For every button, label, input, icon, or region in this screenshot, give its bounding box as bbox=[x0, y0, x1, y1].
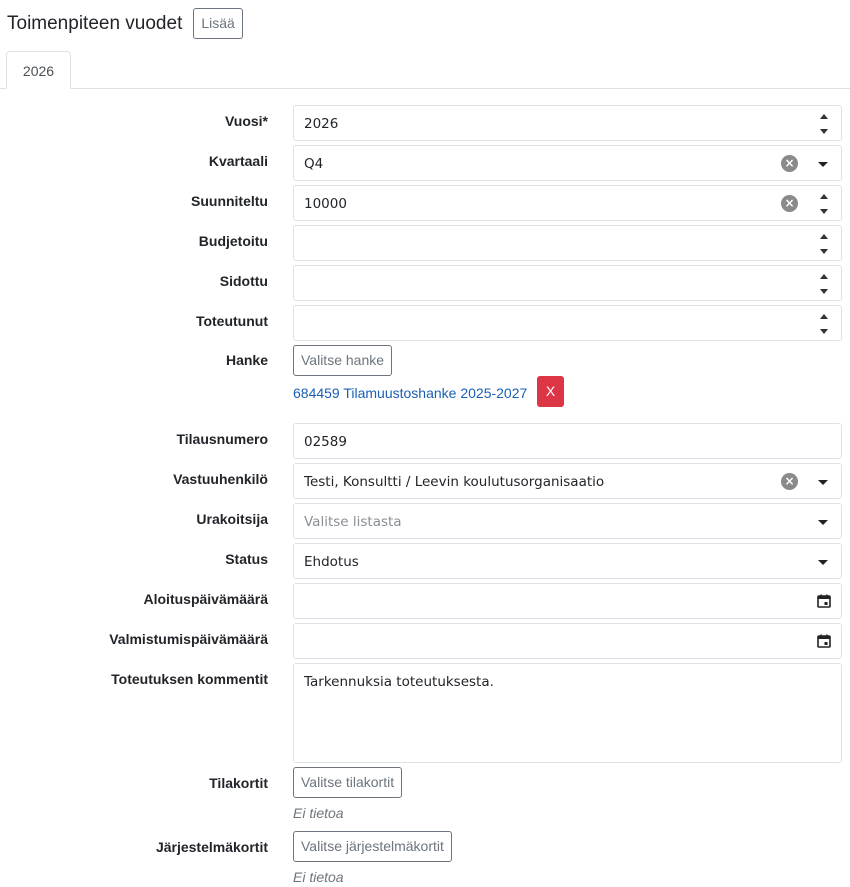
order-number-input[interactable]: 02589 bbox=[293, 423, 842, 459]
clear-icon[interactable]: × bbox=[781, 473, 798, 490]
calendar-icon[interactable] bbox=[817, 634, 831, 648]
stepper-up-icon[interactable] bbox=[820, 274, 828, 279]
add-year-button[interactable]: Lisää bbox=[193, 8, 243, 39]
stepper-down-icon[interactable] bbox=[820, 129, 828, 134]
realized-label: Toteutunut bbox=[195, 313, 268, 329]
selected-project-link[interactable]: 684459 Tilamuustoshanke 2025-2027 bbox=[293, 385, 527, 401]
year-tabs: 2026 bbox=[0, 51, 850, 89]
project-label: Hanke bbox=[225, 352, 268, 368]
stepper-up-icon[interactable] bbox=[820, 314, 828, 319]
page-title: Toimenpiteen vuodet bbox=[7, 12, 183, 34]
quarter-label: Kvartaali bbox=[208, 153, 268, 169]
status-value: Ehdotus bbox=[304, 554, 359, 570]
status-label: Status bbox=[225, 551, 268, 567]
end-date-input[interactable] bbox=[293, 623, 842, 659]
quarter-select[interactable]: Q4 × bbox=[293, 145, 842, 181]
page-header: Toimenpiteen vuodet Lisää bbox=[7, 8, 243, 39]
year-input[interactable]: 2026 bbox=[293, 105, 842, 141]
contractor-label: Urakoitsija bbox=[196, 511, 268, 527]
comments-textarea[interactable]: Tarkennuksia toteutuksesta. bbox=[293, 663, 842, 763]
remove-project-button[interactable]: X bbox=[537, 376, 564, 407]
budgeted-stepper[interactable] bbox=[819, 231, 829, 257]
realized-stepper[interactable] bbox=[819, 311, 829, 337]
clear-icon[interactable]: × bbox=[781, 195, 798, 212]
stepper-down-icon[interactable] bbox=[820, 209, 828, 214]
space-cards-empty: Ei tietoa bbox=[293, 805, 344, 821]
year-label: Vuosi* bbox=[224, 113, 268, 129]
chevron-down-icon[interactable] bbox=[818, 560, 828, 565]
select-space-cards-button[interactable]: Valitse tilakortit bbox=[293, 767, 403, 798]
stepper-down-icon[interactable] bbox=[820, 329, 828, 334]
end-date-label: Valmistumispäivämäärä bbox=[109, 631, 268, 647]
clear-icon[interactable]: × bbox=[781, 155, 798, 172]
year-value: 2026 bbox=[304, 116, 339, 132]
chevron-down-icon[interactable] bbox=[818, 480, 828, 485]
stepper-down-icon[interactable] bbox=[820, 289, 828, 294]
select-project-button[interactable]: Valitse hanke bbox=[293, 345, 393, 376]
stepper-up-icon[interactable] bbox=[820, 194, 828, 199]
budgeted-input[interactable] bbox=[293, 225, 842, 261]
tab-2026[interactable]: 2026 bbox=[6, 51, 71, 89]
committed-input[interactable] bbox=[293, 265, 842, 301]
planned-stepper[interactable] bbox=[819, 191, 829, 217]
start-date-label: Aloituspäivämäärä bbox=[143, 591, 269, 607]
stepper-down-icon[interactable] bbox=[820, 249, 828, 254]
budgeted-label: Budjetoitu bbox=[198, 233, 268, 249]
comments-value: Tarkennuksia toteutuksesta. bbox=[304, 674, 494, 690]
select-system-cards-button[interactable]: Valitse järjestelmäkortit bbox=[293, 831, 452, 862]
responsible-label: Vastuuhenkilö bbox=[173, 471, 268, 487]
realized-input[interactable] bbox=[293, 305, 842, 341]
order-number-label: Tilausnumero bbox=[176, 431, 268, 447]
planned-label: Suunniteltu bbox=[191, 193, 268, 209]
system-cards-label: Järjestelmäkortit bbox=[155, 839, 268, 855]
contractor-select[interactable]: Valitse listasta bbox=[293, 503, 842, 539]
planned-input[interactable]: 10000 × bbox=[293, 185, 842, 221]
space-cards-label: Tilakortit bbox=[209, 775, 268, 791]
comments-label: Toteutuksen kommentit bbox=[111, 671, 268, 687]
quarter-value: Q4 bbox=[304, 156, 324, 172]
stepper-up-icon[interactable] bbox=[820, 234, 828, 239]
responsible-value: Testi, Konsultti / Leevin koulutusorgani… bbox=[304, 474, 605, 490]
stepper-up-icon[interactable] bbox=[820, 114, 828, 119]
chevron-down-icon[interactable] bbox=[818, 162, 828, 167]
status-select[interactable]: Ehdotus bbox=[293, 543, 842, 579]
responsible-select[interactable]: Testi, Konsultti / Leevin koulutusorgani… bbox=[293, 463, 842, 499]
contractor-placeholder: Valitse listasta bbox=[304, 514, 402, 530]
start-date-input[interactable] bbox=[293, 583, 842, 619]
planned-value: 10000 bbox=[304, 196, 347, 212]
committed-label: Sidottu bbox=[219, 273, 268, 289]
calendar-icon[interactable] bbox=[817, 594, 831, 608]
year-stepper[interactable] bbox=[819, 111, 829, 137]
order-number-value: 02589 bbox=[304, 434, 347, 450]
system-cards-empty: Ei tietoa bbox=[293, 869, 344, 885]
chevron-down-icon[interactable] bbox=[818, 520, 828, 525]
committed-stepper[interactable] bbox=[819, 271, 829, 297]
